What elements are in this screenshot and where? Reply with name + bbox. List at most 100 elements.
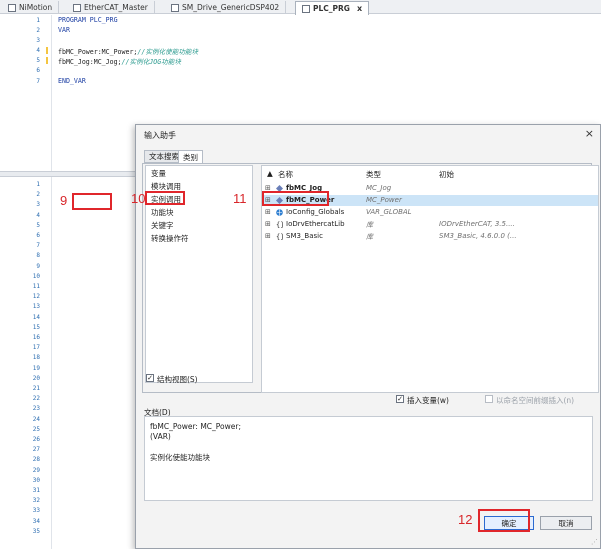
documentation-box: fbMC_Power: MC_Power; (VAR) 实例化使能功能块 bbox=[144, 416, 593, 501]
library-icon: {} bbox=[276, 233, 283, 240]
tab-label: PLC_PRG bbox=[313, 4, 350, 13]
line-number: 12 bbox=[32, 293, 40, 301]
annotation-9-box bbox=[72, 193, 112, 210]
code-fbmc-power-line: fbMC_Power:MC_Power;//实例化使能功能块 bbox=[58, 46, 198, 56]
code-text: fbMC_Power:MC_Power; bbox=[58, 48, 138, 56]
line-number: 5 bbox=[36, 221, 40, 229]
tab-categories[interactable]: 类别 bbox=[178, 150, 203, 164]
row-name: IoConfig_Globals bbox=[286, 208, 345, 216]
line-number: 2 bbox=[36, 27, 40, 34]
category-variables[interactable]: 变量 bbox=[151, 168, 166, 179]
line-number: 1 bbox=[36, 181, 40, 188]
tab-sm-drive[interactable]: SM_Drive_GenericDSP402 bbox=[165, 1, 287, 14]
line-number: 28 bbox=[32, 456, 40, 464]
row-type: 库 bbox=[366, 233, 373, 241]
library-icon: {} bbox=[276, 221, 283, 228]
doc-line: 实例化使能功能块 bbox=[150, 453, 210, 462]
structure-view-checkbox[interactable]: ✓ bbox=[146, 374, 154, 382]
line-number: 4 bbox=[36, 211, 40, 219]
line-number: 25 bbox=[32, 425, 40, 433]
axis-icon bbox=[171, 3, 179, 12]
insert-namespace-label: 以命名空间前缀插入(n) bbox=[496, 396, 575, 405]
line-number: 24 bbox=[32, 415, 40, 423]
annotation-9: 9 bbox=[60, 193, 68, 208]
line-number: 5 bbox=[36, 57, 40, 64]
line-number: 34 bbox=[32, 517, 40, 525]
tree-row-sm3-basic[interactable]: ⊞ {} SM3_Basic 库 SM3_Basic, 4.6.0.0 (... bbox=[262, 231, 598, 242]
expand-icon[interactable]: ⊞ bbox=[265, 232, 271, 240]
line-number: 23 bbox=[32, 405, 40, 413]
code-end-var-line: END_VAR bbox=[58, 77, 86, 85]
line-number: 18 bbox=[32, 354, 40, 362]
annotation-11: 11 bbox=[233, 191, 247, 206]
expand-icon[interactable]: ⊞ bbox=[265, 208, 271, 216]
line-number: 21 bbox=[32, 385, 40, 392]
category-keywords[interactable]: 关键字 bbox=[151, 220, 174, 231]
code-comment: //实例化使能功能块 bbox=[137, 48, 199, 56]
line-number: 33 bbox=[32, 507, 40, 515]
annotation-12-box bbox=[478, 509, 530, 532]
code-fbmc-jog-line: fbMC_Jog:MC_Jog;//实例化JOG功能块 bbox=[58, 56, 181, 66]
tab-label: NiMotion bbox=[19, 3, 53, 12]
line-number: 20 bbox=[32, 374, 40, 382]
line-number: 11 bbox=[32, 283, 40, 290]
line-number: 35 bbox=[32, 527, 40, 535]
annotation-10: 10 bbox=[131, 191, 146, 206]
column-header-initial[interactable]: 初始 bbox=[439, 169, 454, 180]
row-type: MC_Power bbox=[366, 196, 402, 204]
tab-nimotion[interactable]: NiMotion bbox=[2, 1, 60, 14]
line-number: 26 bbox=[32, 436, 40, 443]
row-type: 库 bbox=[366, 221, 373, 229]
close-tab-icon[interactable]: x bbox=[357, 4, 362, 13]
pou-icon bbox=[302, 4, 310, 13]
row-init: SM3_Basic, 4.6.0.0 (... bbox=[439, 232, 517, 240]
row-type: VAR_GLOBAL bbox=[366, 208, 412, 216]
tab-plc-prg[interactable]: PLC_PRG x bbox=[295, 1, 370, 15]
row-name: SM3_Basic bbox=[286, 232, 323, 240]
insert-variable-checkbox[interactable]: ✓ bbox=[396, 395, 404, 403]
doc-line: fbMC_Power: MC_Power; bbox=[150, 422, 241, 431]
change-marker bbox=[46, 57, 48, 64]
line-number: 27 bbox=[32, 446, 40, 454]
resize-grip-icon[interactable]: ⋰ bbox=[591, 538, 598, 546]
category-function-blocks[interactable]: 功能块 bbox=[151, 207, 174, 218]
globe-icon bbox=[276, 209, 283, 216]
tab-label: EtherCAT_Master bbox=[84, 3, 148, 12]
line-number: 10 bbox=[32, 272, 40, 280]
doc-line: (VAR) bbox=[150, 432, 171, 441]
cancel-button[interactable]: 取消 bbox=[540, 516, 592, 530]
line-number: 19 bbox=[32, 364, 40, 372]
line-number: 6 bbox=[36, 67, 40, 74]
categories-panel: 变量 模块调用 实例调用 功能块 关键字 转换操作符 ▲ 名称 类型 初始 ⊞ … bbox=[142, 163, 599, 393]
code-program-line: PROGRAM PLC_PRG bbox=[58, 16, 118, 24]
editor-tab-strip: NiMotion EtherCAT_Master SM_Drive_Generi… bbox=[0, 0, 601, 15]
line-number: 14 bbox=[32, 313, 40, 321]
line-number: 30 bbox=[32, 476, 40, 484]
row-init: IODrvEtherCAT, 3.5.... bbox=[439, 220, 515, 228]
line-number: 2 bbox=[36, 191, 40, 199]
close-icon[interactable]: × bbox=[585, 127, 594, 140]
line-number: 32 bbox=[32, 497, 40, 505]
code-comment: //实例化JOG功能块 bbox=[121, 58, 181, 66]
insert-variable-label: 插入变量(w) bbox=[407, 396, 449, 405]
structure-view-label: 结构视图(S) bbox=[157, 375, 198, 384]
insert-namespace-checkbox[interactable] bbox=[485, 395, 493, 403]
line-number: 22 bbox=[32, 395, 40, 403]
svg-text:{}: {} bbox=[276, 233, 283, 240]
line-number: 15 bbox=[32, 323, 40, 331]
column-header-type[interactable]: 类型 bbox=[366, 169, 381, 180]
code-var-line: VAR bbox=[58, 26, 70, 34]
tree-row-iodrvethercatlib[interactable]: ⊞ {} IoDrvEthercatLib 库 IODrvEtherCAT, 3… bbox=[262, 219, 598, 230]
expand-icon[interactable]: ⊞ bbox=[265, 220, 271, 228]
line-number: 13 bbox=[32, 303, 40, 311]
input-assistant-dialog: 输入助手 × 文本搜索 类别 变量 模块调用 实例调用 功能块 关键字 转换操作… bbox=[135, 124, 601, 549]
column-header-name[interactable]: 名称 bbox=[278, 169, 293, 180]
tab-label: SM_Drive_GenericDSP402 bbox=[182, 3, 280, 12]
tree-row-ioconfig-globals[interactable]: ⊞ IoConfig_Globals VAR_GLOBAL bbox=[262, 207, 598, 218]
tab-ethercat-master[interactable]: EtherCAT_Master bbox=[67, 1, 155, 14]
category-conversion-operators[interactable]: 转换操作符 bbox=[151, 233, 189, 244]
change-marker bbox=[46, 47, 48, 54]
sort-ascending-icon[interactable]: ▲ bbox=[267, 169, 273, 178]
project-icon bbox=[8, 3, 16, 12]
line-number: 4 bbox=[36, 47, 40, 54]
